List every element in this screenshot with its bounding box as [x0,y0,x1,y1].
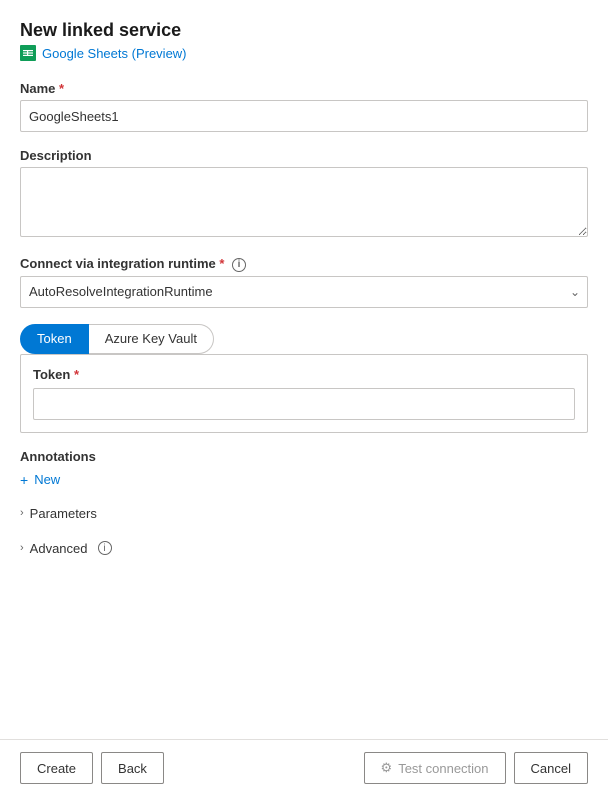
subtitle-text: Google Sheets (Preview) [42,46,187,61]
runtime-info-icon: i [232,258,246,272]
footer: Create Back ⚙ Test connection Cancel [0,739,608,796]
add-new-button[interactable]: + New [20,472,60,488]
advanced-label: Advanced [30,541,88,556]
test-connection-label: Test connection [398,761,488,776]
test-connection-button[interactable]: ⚙ Test connection [364,752,506,784]
annotations-label: Annotations [20,449,588,464]
create-button[interactable]: Create [20,752,93,784]
name-required-star: * [55,81,64,96]
token-input[interactable] [33,388,575,420]
advanced-info-icon: i [98,541,112,555]
description-label: Description [20,148,588,163]
name-input[interactable] [20,100,588,132]
footer-right: ⚙ Test connection Cancel [364,752,588,784]
name-field-group: Name * [20,81,588,132]
runtime-label: Connect via integration runtime * i [20,256,588,272]
token-box: Token * [20,354,588,433]
token-tab-button[interactable]: Token [20,324,89,354]
description-textarea[interactable] [20,167,588,237]
parameters-chevron-icon: › [20,507,24,519]
azure-keyvault-tab-button[interactable]: Azure Key Vault [89,324,214,354]
name-label: Name * [20,81,588,96]
token-field-label: Token * [33,367,575,382]
parameters-label: Parameters [30,506,97,521]
page-title: New linked service [20,20,588,41]
test-connection-icon: ⚙ [381,760,393,776]
new-label: New [34,472,60,487]
runtime-select-wrapper: AutoResolveIntegrationRuntime ⌄ [20,276,588,308]
plus-icon: + [20,472,28,488]
annotations-section: Annotations + New [20,449,588,488]
runtime-select[interactable]: AutoResolveIntegrationRuntime [20,276,588,308]
cancel-button[interactable]: Cancel [514,752,588,784]
token-required-star: * [70,367,79,382]
parameters-header[interactable]: › Parameters [20,500,588,527]
sheets-icon [20,45,36,61]
auth-toggle-row: Token Azure Key Vault [20,324,588,354]
back-button[interactable]: Back [101,752,164,784]
advanced-section: › Advanced i [20,535,588,562]
advanced-chevron-icon: › [20,542,24,554]
advanced-header[interactable]: › Advanced i [20,535,588,562]
parameters-section: › Parameters [20,500,588,527]
description-field-group: Description [20,148,588,240]
subtitle-row: Google Sheets (Preview) [20,45,588,61]
runtime-field-group: Connect via integration runtime * i Auto… [20,256,588,308]
runtime-required-star: * [216,256,225,271]
footer-left: Create Back [20,752,164,784]
